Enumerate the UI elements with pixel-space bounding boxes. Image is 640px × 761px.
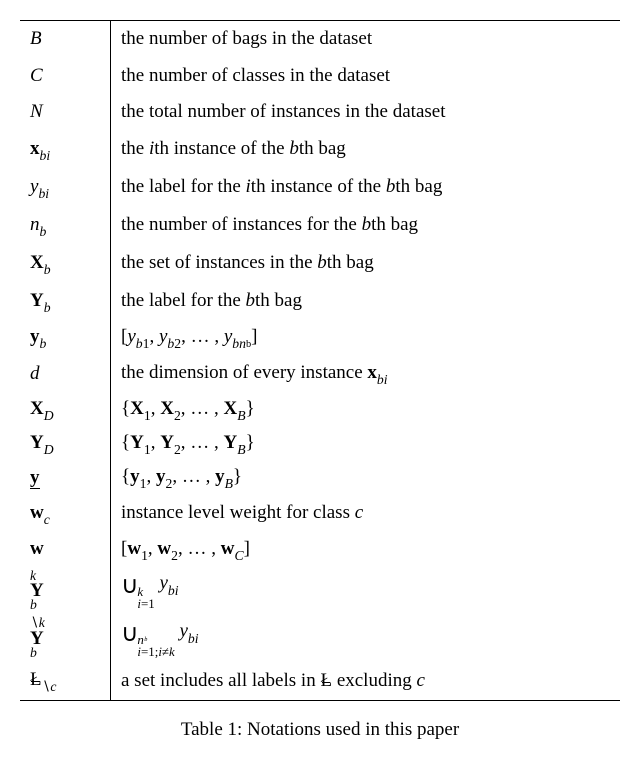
description-cell: the total number of instances in the dat… — [111, 94, 621, 131]
description-cell: the set of instances in the bth bag — [111, 245, 621, 283]
table-row: dthe dimension of every instance xbi — [20, 355, 620, 393]
table-row: Ł∖ca set includes all labels in Ł exclud… — [20, 662, 620, 700]
description-cell: the number of bags in the dataset — [111, 21, 621, 58]
description-cell: the number of instances for the bth bag — [111, 207, 621, 245]
symbol-cell: N — [20, 94, 111, 131]
description-cell: {Y1, Y2, … , YB} — [111, 427, 621, 461]
description-cell: {X1, X2, … , XB} — [111, 393, 621, 427]
notation-table: Bthe number of bags in the datasetCthe n… — [20, 20, 620, 701]
table-row: YD{Y1, Y2, … , YB} — [20, 427, 620, 461]
symbol-cell: YD — [20, 427, 111, 461]
table-row: ybithe label for the ith instance of the… — [20, 169, 620, 207]
description-cell: [yb1, yb2, … , ybnb] — [111, 321, 621, 355]
description-cell: the dimension of every instance xbi — [111, 355, 621, 393]
table-row: xbithe ith instance of the bth bag — [20, 131, 620, 169]
description-cell: the number of classes in the dataset — [111, 58, 621, 95]
symbol-cell: d — [20, 355, 111, 393]
symbol-cell: w — [20, 533, 111, 567]
table-row: Bthe number of bags in the dataset — [20, 21, 620, 58]
symbol-cell: C — [20, 58, 111, 95]
description-cell: the ith instance of the bth bag — [111, 131, 621, 169]
symbol-cell: ∖kYb — [20, 614, 111, 662]
description-cell: instance level weight for class c — [111, 495, 621, 533]
table-row: nbthe number of instances for the bth ba… — [20, 207, 620, 245]
symbol-cell: ybi — [20, 169, 111, 207]
symbol-cell: XD — [20, 393, 111, 427]
description-cell: the label for the ith instance of the bt… — [111, 169, 621, 207]
table-caption: Table 1: Notations used in this paper — [20, 719, 620, 741]
table-row: ∖kYb∪nᵇi=1;i≠k ybi — [20, 614, 620, 662]
symbol-cell: kYb — [20, 567, 111, 615]
table-row: yb[yb1, yb2, … , ybnb] — [20, 321, 620, 355]
table-row: Cthe number of classes in the dataset — [20, 58, 620, 95]
symbol-cell: Yb — [20, 283, 111, 321]
description-cell: [w1, w2, … , wC] — [111, 533, 621, 567]
symbol-cell: yb — [20, 321, 111, 355]
description-cell: a set includes all labels in Ł excluding… — [111, 662, 621, 700]
description-cell: the label for the bth bag — [111, 283, 621, 321]
caption-text: Table 1: Notations used in this paper — [181, 719, 459, 740]
table-row: Nthe total number of instances in the da… — [20, 94, 620, 131]
notation-table-wrap: Bthe number of bags in the datasetCthe n… — [20, 20, 620, 741]
table-row: Ybthe label for the bth bag — [20, 283, 620, 321]
table-row: y{y1, y2, … , yB} — [20, 461, 620, 495]
symbol-cell: B — [20, 21, 111, 58]
table-row: XD{X1, X2, … , XB} — [20, 393, 620, 427]
table-row: w[w1, w2, … , wC] — [20, 533, 620, 567]
symbol-cell: Ł∖c — [20, 662, 111, 700]
table-row: kYb∪ki=1 ybi — [20, 567, 620, 615]
description-cell: ∪ki=1 ybi — [111, 567, 621, 615]
symbol-cell: y — [20, 461, 111, 495]
symbol-cell: xbi — [20, 131, 111, 169]
description-cell: ∪nᵇi=1;i≠k ybi — [111, 614, 621, 662]
table-row: wcinstance level weight for class c — [20, 495, 620, 533]
description-cell: {y1, y2, … , yB} — [111, 461, 621, 495]
table-row: Xbthe set of instances in the bth bag — [20, 245, 620, 283]
symbol-cell: wc — [20, 495, 111, 533]
symbol-cell: nb — [20, 207, 111, 245]
symbol-cell: Xb — [20, 245, 111, 283]
